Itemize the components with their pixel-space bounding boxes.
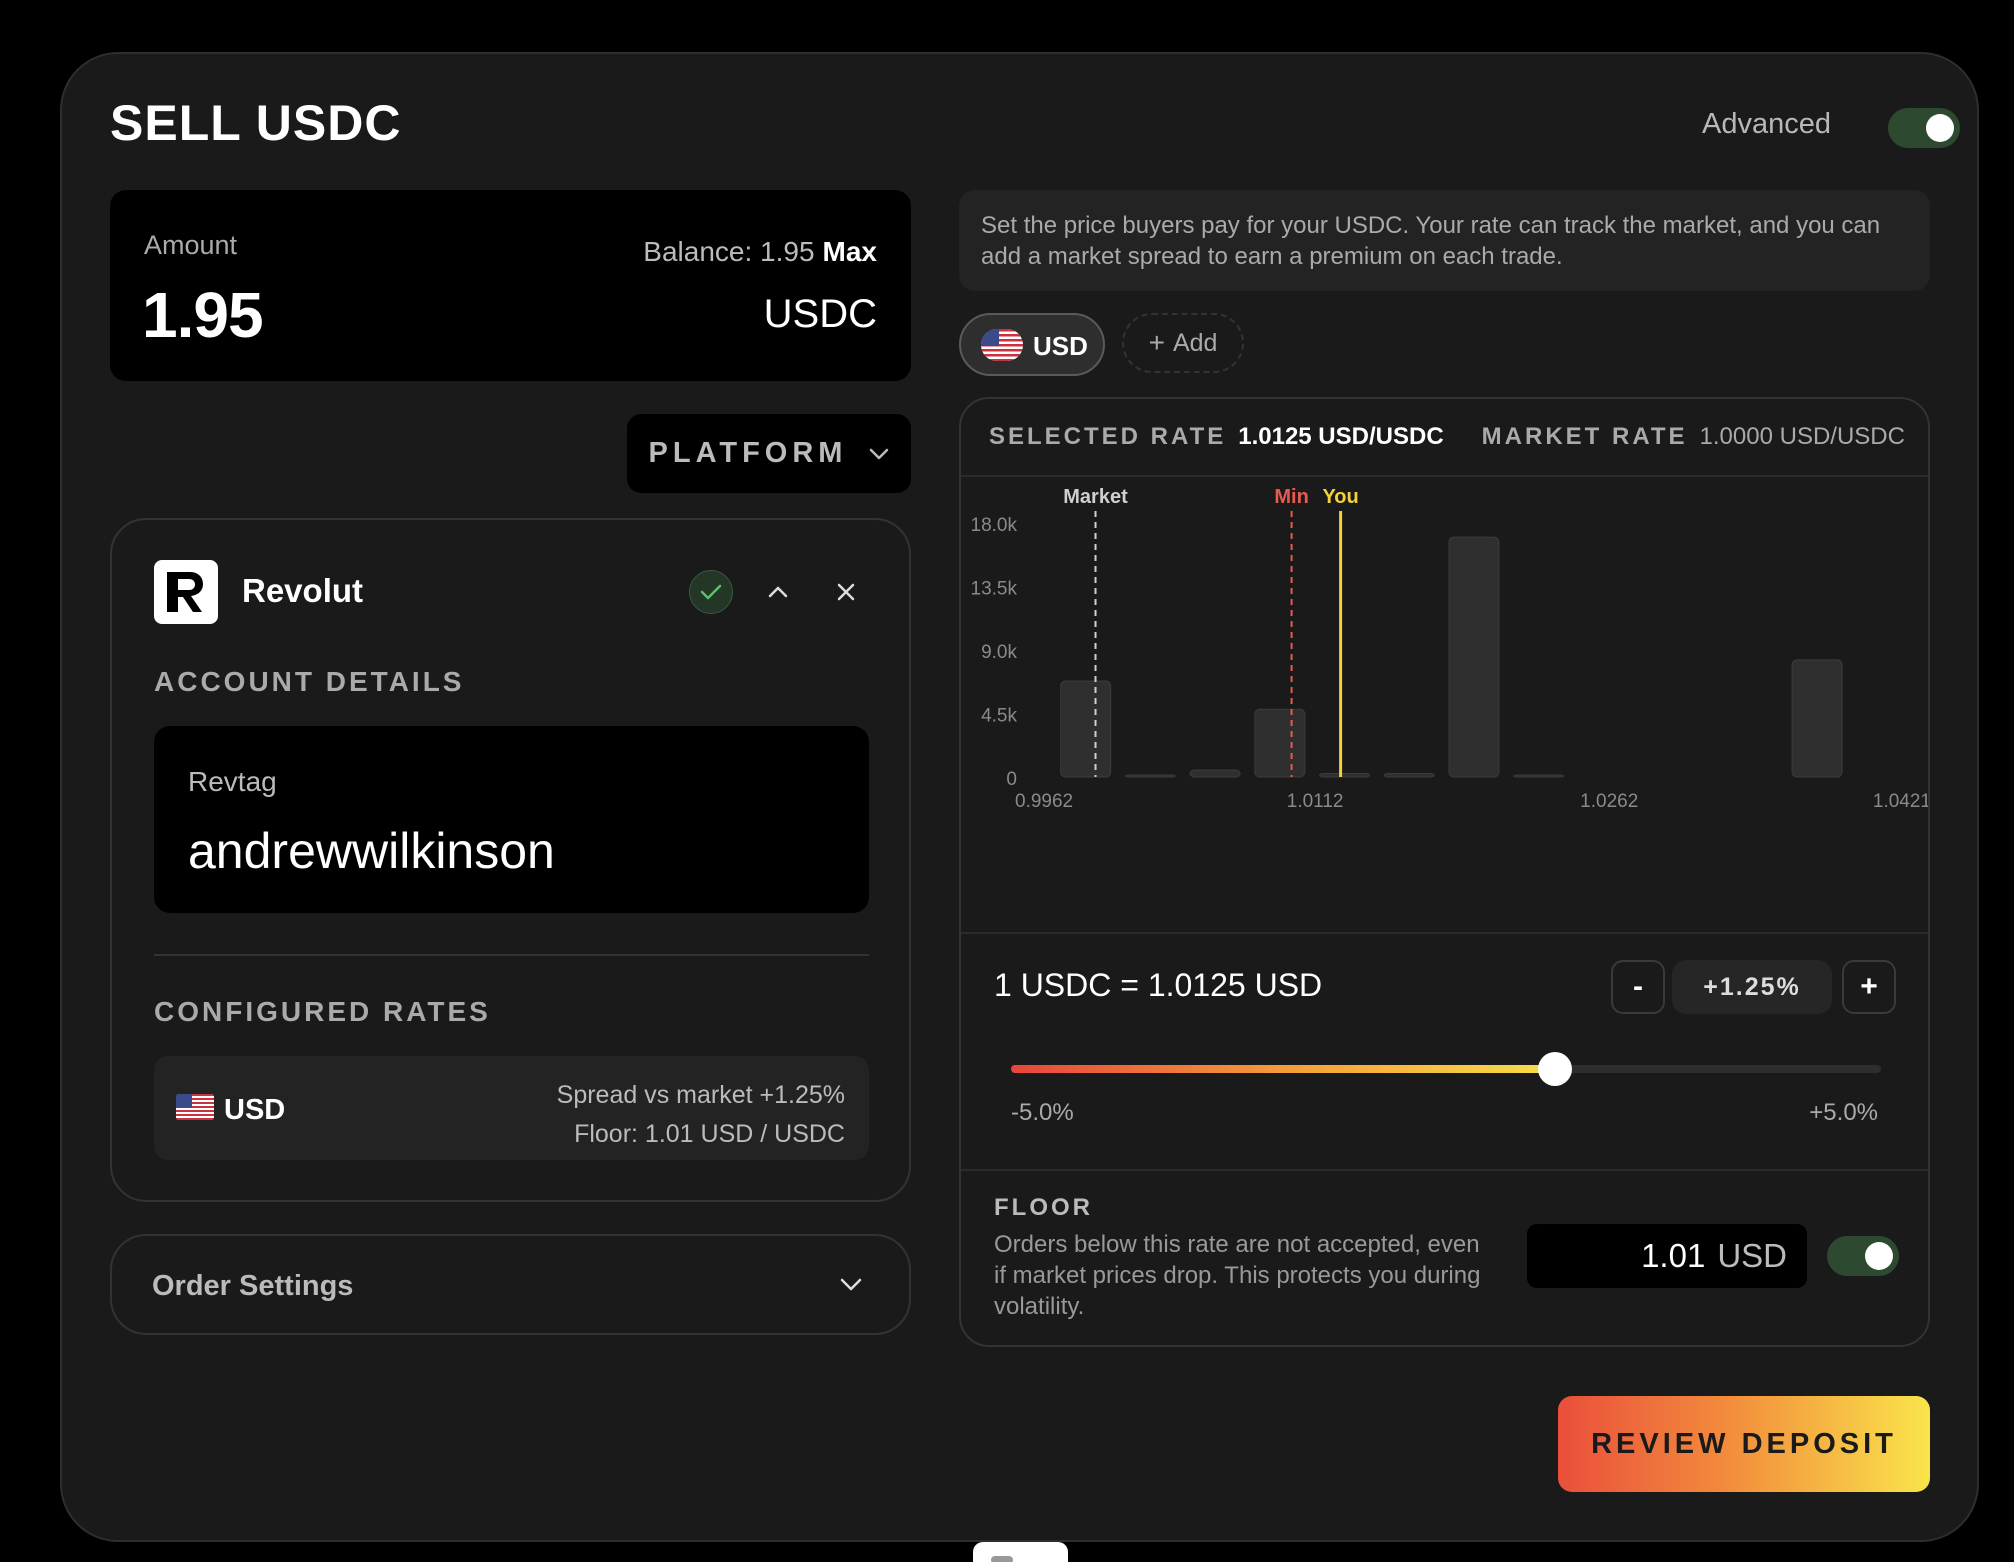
chart-bar <box>1060 680 1112 778</box>
handle-nub <box>991 1556 1013 1562</box>
chevron-down-icon <box>840 1278 862 1291</box>
divider <box>154 954 869 956</box>
selected-rate-value: 1.0125 USD/USDC <box>1238 423 1444 450</box>
market-rate-label: MARKET RATE <box>1481 423 1688 450</box>
decrease-spread-button[interactable]: - <box>1611 960 1665 1014</box>
y-tick-label: 0 <box>1006 769 1017 790</box>
spread-line: Spread vs market +1.25% <box>556 1081 845 1109</box>
amount-box[interactable]: Amount 1.95 Balance: 1.95 Max USDC <box>110 190 911 381</box>
remove-platform-button[interactable] <box>824 570 868 614</box>
selected-rate-label: SELECTED RATE <box>989 423 1227 450</box>
configured-rate-row: USD Spread vs market +1.25% Floor: 1.01 … <box>154 1056 869 1160</box>
toggle-knob <box>1926 114 1954 142</box>
x-tick-label: 0.9962 <box>1015 791 1073 812</box>
bottom-handle[interactable] <box>973 1542 1068 1562</box>
floor-unit: USD <box>1717 1237 1787 1274</box>
platform-dropdown[interactable]: PLATFORM <box>627 414 911 493</box>
add-currency-button[interactable]: + Add <box>1122 313 1244 373</box>
page-title: SELL USDC <box>110 95 402 151</box>
chevron-up-icon <box>768 586 788 598</box>
rate-equation: 1 USDC = 1.0125 USD <box>994 967 1323 1003</box>
marker-label-market: Market <box>1063 486 1128 508</box>
amount-input[interactable]: 1.95 <box>142 278 264 352</box>
amount-label: Amount <box>144 230 238 260</box>
chart-bar <box>1319 772 1371 778</box>
balance: Balance: 1.95 Max <box>643 236 877 268</box>
order-settings-label: Order Settings <box>152 1270 354 1302</box>
floor-value[interactable]: 1.01 <box>1641 1237 1705 1275</box>
floor-toggle[interactable] <box>1827 1236 1899 1276</box>
floor-input[interactable]: 1.01 USD <box>1527 1224 1807 1288</box>
floor-description: Orders below this rate are not accepted,… <box>994 1231 1481 1320</box>
chart-bar <box>1254 708 1306 778</box>
marker-label-min: Min <box>1274 486 1308 508</box>
chart-bar <box>1791 659 1843 778</box>
slider-fill <box>1011 1065 1555 1073</box>
chart-bar <box>1383 772 1435 778</box>
revtag-value[interactable]: andrewwilkinson <box>188 822 555 880</box>
platform-card: Revolut ACCOUNT DETAILS Revtag andrewwil… <box>110 518 911 1202</box>
review-deposit-button[interactable]: REVIEW DEPOSIT <box>1558 1396 1930 1492</box>
revtag-label: Revtag <box>188 766 277 797</box>
chart-bar <box>1189 769 1241 778</box>
amount-unit: USDC <box>763 292 877 336</box>
slider-min-label: -5.0% <box>1011 1099 1074 1126</box>
spread-value[interactable]: +1.25% <box>1672 960 1832 1014</box>
rate-currency: USD <box>224 1094 286 1126</box>
plus-icon: + <box>1148 327 1165 358</box>
max-button[interactable]: Max <box>823 236 877 267</box>
toggle-knob <box>1865 1242 1893 1270</box>
configured-rates-heading: CONFIGURED RATES <box>154 996 491 1027</box>
x-tick-label: 1.0262 <box>1580 791 1638 812</box>
close-icon <box>837 583 855 601</box>
balance-text: Balance: 1.95 <box>643 236 815 267</box>
increase-spread-button[interactable]: + <box>1842 960 1896 1014</box>
us-flag-icon <box>981 329 1023 361</box>
chart-bar <box>1513 774 1565 778</box>
y-tick-label: 13.5k <box>971 579 1018 600</box>
chart-bar <box>1448 536 1500 778</box>
order-settings-accordion[interactable]: Order Settings <box>110 1234 911 1335</box>
floor-line: Floor: 1.01 USD / USDC <box>574 1120 845 1148</box>
collapse-button[interactable] <box>756 570 800 614</box>
divider <box>961 932 1928 934</box>
us-flag-icon <box>176 1094 214 1120</box>
floor-title: FLOOR <box>994 1194 1093 1221</box>
market-rate-value: 1.0000 USD/USDC <box>1699 423 1905 450</box>
spread-slider[interactable] <box>1011 1052 1881 1086</box>
advanced-toggle[interactable] <box>1888 108 1960 148</box>
currency-chip-usd[interactable]: USD <box>959 313 1105 376</box>
chevron-down-icon <box>870 448 889 459</box>
chart-bar <box>1124 774 1176 778</box>
y-tick-label: 4.5k <box>981 706 1017 727</box>
y-tick-label: 18.0k <box>971 515 1018 536</box>
slider-thumb[interactable] <box>1537 1052 1572 1086</box>
marker-label-you: You <box>1322 486 1358 508</box>
slider-max-label: +5.0% <box>1809 1099 1878 1126</box>
advanced-label: Advanced <box>1702 108 1831 140</box>
x-tick-label: 1.0112 <box>1287 791 1344 812</box>
rate-info: Spread vs market +1.25% Floor: 1.01 USD … <box>557 1076 845 1154</box>
order-book-chart: 18.0k 13.5k 9.0k 4.5k 00.9962 1.0112 1.0262 1.0… <box>971 486 1930 812</box>
divider <box>961 1169 1928 1171</box>
revolut-logo-icon <box>154 560 218 624</box>
verified-check-icon <box>689 570 733 614</box>
info-text: Set the price buyers pay for your USDC. … <box>959 190 1930 291</box>
y-tick-label: 9.0k <box>981 642 1017 663</box>
revtag-field[interactable]: Revtag andrewwilkinson <box>154 726 869 913</box>
platform-name: Revolut <box>242 572 364 609</box>
add-label: Add <box>1172 328 1218 357</box>
platform-label: PLATFORM <box>648 437 848 469</box>
rate-header: SELECTED RATE 1.0125 USD/USDC MARKET RAT… <box>961 399 1928 477</box>
account-details-heading: ACCOUNT DETAILS <box>154 666 465 697</box>
rate-chart-card: SELECTED RATE 1.0125 USD/USDC MARKET RAT… <box>959 397 1930 1347</box>
currency-chip-label: USD <box>1033 331 1088 361</box>
x-tick-label: 1.0421 <box>1873 791 1930 812</box>
